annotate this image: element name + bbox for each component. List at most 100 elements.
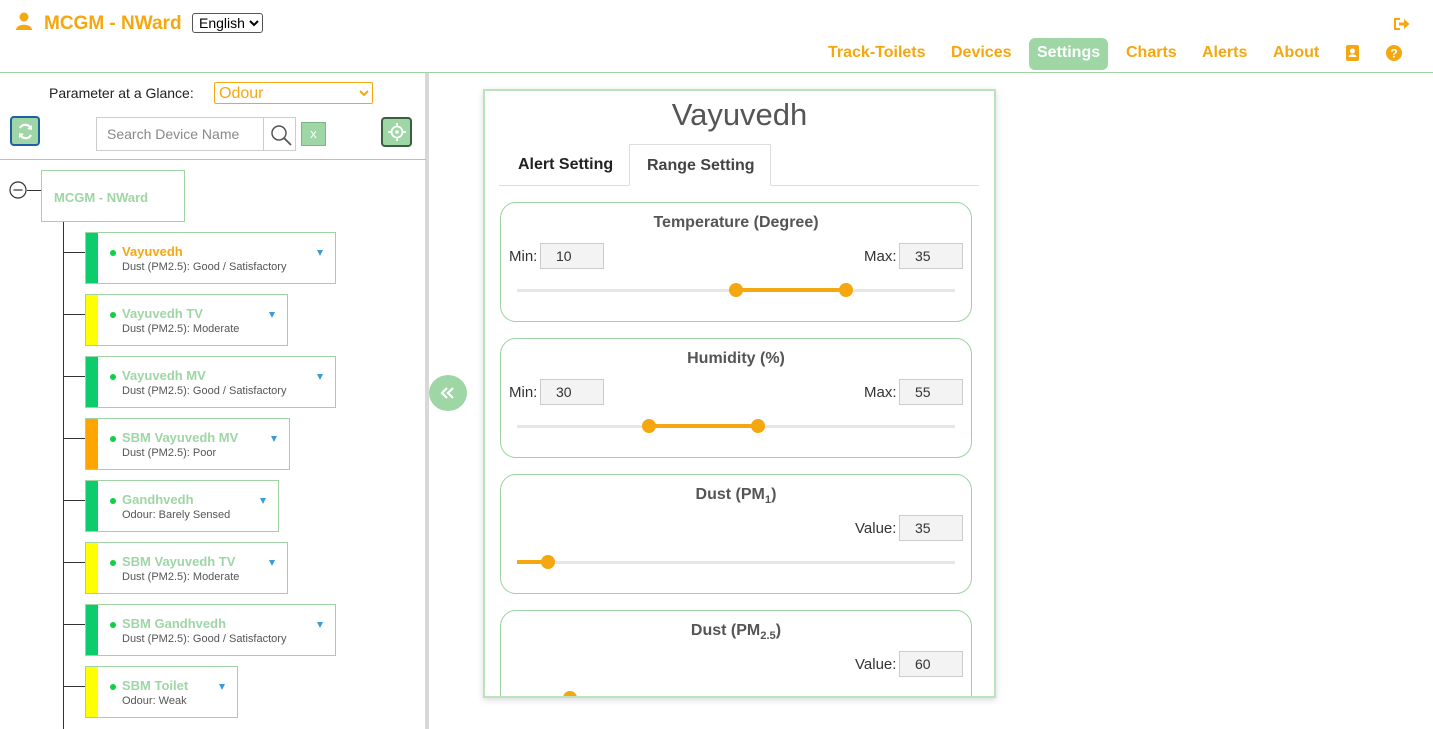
online-dot <box>110 312 116 318</box>
device-node-gandhvedh[interactable]: Gandhvedh Odour: Barely Sensed <box>85 480 279 532</box>
temperature-range-panel: Temperature (Degree) Min: 10 Max: 35 <box>500 202 972 322</box>
refresh-button[interactable] <box>10 116 40 146</box>
panel-divider[interactable] <box>425 73 429 729</box>
device-node-vayuvedh[interactable]: Vayuvedh Dust (PM2.5): Good / Satisfacto… <box>85 232 336 284</box>
device-status-bar <box>86 543 98 593</box>
device-status-bar <box>86 605 98 655</box>
tab-range-setting[interactable]: Range Setting <box>629 144 771 186</box>
caret-down-icon[interactable] <box>271 436 277 442</box>
nav-track-toilets[interactable]: Track-Toilets <box>828 38 926 70</box>
humidity-range-panel: Humidity (%) Min: 30 Max: 55 <box>500 338 972 458</box>
search-separator <box>263 118 264 150</box>
contact-book-icon[interactable] <box>1345 45 1360 61</box>
slider-track[interactable] <box>517 561 955 564</box>
crosshair-icon <box>388 123 406 141</box>
device-status: Odour: Weak <box>122 695 187 707</box>
left-panel-separator <box>0 159 426 160</box>
online-dot <box>110 622 116 628</box>
language-select[interactable]: English <box>192 13 263 33</box>
slider-fill <box>736 288 846 292</box>
max-label: Max: <box>864 384 897 401</box>
search-input[interactable] <box>97 118 263 150</box>
param-title: Dust (PM2.5) <box>690 622 782 643</box>
tree-trunk-line <box>63 222 64 729</box>
max-value-input[interactable]: 35 <box>899 243 963 269</box>
device-name: SBM Vayuvedh MV <box>122 430 239 445</box>
slider-handle[interactable] <box>541 555 555 569</box>
min-value-input[interactable]: 30 <box>540 379 604 405</box>
nav-settings[interactable]: Settings <box>1029 38 1109 70</box>
caret-down-icon[interactable] <box>317 250 323 256</box>
device-name: Vayuvedh <box>122 244 183 259</box>
tree-branch <box>63 438 85 439</box>
device-node-sbm-vayuvedh-tv[interactable]: SBM Vayuvedh TV Dust (PM2.5): Moderate <box>85 542 288 594</box>
device-node-vayuvedh-tv[interactable]: Vayuvedh TV Dust (PM2.5): Moderate <box>85 294 288 346</box>
tree-branch <box>63 686 85 687</box>
online-dot <box>110 436 116 442</box>
slider-max-handle[interactable] <box>751 419 765 433</box>
min-value-input[interactable]: 10 <box>540 243 604 269</box>
caret-down-icon[interactable] <box>317 622 323 628</box>
tree-root-node[interactable]: MCGM - NWard <box>41 170 185 222</box>
device-node-sbm-gandhvedh[interactable]: SBM Gandhvedh Dust (PM2.5): Good / Satis… <box>85 604 336 656</box>
device-node-sbm-toilet[interactable]: SBM Toilet Odour: Weak <box>85 666 238 718</box>
slider-track[interactable] <box>517 697 955 698</box>
device-title: Vayuvedh <box>671 97 808 132</box>
value-label: Value: <box>855 520 897 537</box>
nav-devices[interactable]: Devices <box>951 38 1012 70</box>
max-label: Max: <box>864 248 897 265</box>
max-value-input[interactable]: 55 <box>899 379 963 405</box>
clear-search-button[interactable]: x <box>301 122 326 146</box>
tree-branch <box>63 562 85 563</box>
param-title: Humidity (%) <box>687 350 785 367</box>
tab-alert-setting[interactable]: Alert Setting <box>501 144 628 186</box>
caret-down-icon[interactable] <box>260 498 266 504</box>
value-input[interactable]: 35 <box>899 515 963 541</box>
param-title: Dust (PM1) <box>695 486 777 507</box>
svg-text:?: ? <box>1390 47 1397 61</box>
device-node-vayuvedh-mv[interactable]: Vayuvedh MV Dust (PM2.5): Good / Satisfa… <box>85 356 336 408</box>
online-dot <box>110 250 116 256</box>
slider-handle[interactable] <box>563 691 577 696</box>
param-glance-select[interactable]: Odour <box>214 82 373 104</box>
slider-max-handle[interactable] <box>839 283 853 297</box>
tree-branch <box>63 376 85 377</box>
slider-fill <box>649 424 759 428</box>
device-status: Dust (PM2.5): Moderate <box>122 323 240 335</box>
double-chevron-left-icon <box>440 387 454 399</box>
caret-down-icon[interactable] <box>269 312 275 318</box>
min-label: Min: <box>509 248 538 265</box>
caret-down-icon[interactable] <box>269 560 275 566</box>
nav-about[interactable]: About <box>1273 38 1319 70</box>
device-status: Dust (PM2.5): Moderate <box>122 571 240 583</box>
collapse-panel-button[interactable] <box>429 375 467 411</box>
device-status: Dust (PM2.5): Good / Satisfactory <box>122 385 287 397</box>
device-status: Odour: Barely Sensed <box>122 509 231 521</box>
device-status-bar <box>86 419 98 469</box>
device-name: Vayuvedh MV <box>122 368 206 383</box>
slider-min-handle[interactable] <box>642 419 656 433</box>
device-name: SBM Toilet <box>122 678 189 693</box>
caret-down-icon[interactable] <box>317 374 323 380</box>
locate-button[interactable] <box>381 117 412 147</box>
collapse-node-icon[interactable] <box>9 181 27 199</box>
device-name: Vayuvedh TV <box>122 306 203 321</box>
brand-title: MCGM - NWard <box>44 13 182 34</box>
caret-down-icon[interactable] <box>219 684 225 690</box>
device-name: SBM Gandhvedh <box>122 616 227 631</box>
online-dot <box>110 374 116 380</box>
help-icon[interactable]: ? <box>1386 45 1402 61</box>
slider-min-handle[interactable] <box>729 283 743 297</box>
nav-charts[interactable]: Charts <box>1126 38 1177 70</box>
device-node-sbm-vayuvedh-mv[interactable]: SBM Vayuvedh MV Dust (PM2.5): Poor <box>85 418 290 470</box>
tree-branch <box>63 252 85 253</box>
param-title: Temperature (Degree) <box>653 214 819 231</box>
value-input[interactable]: 60 <box>899 651 963 677</box>
nav-alerts[interactable]: Alerts <box>1202 38 1247 70</box>
device-status: Dust (PM2.5): Good / Satisfactory <box>122 633 287 645</box>
device-status-bar <box>86 667 98 717</box>
logout-icon[interactable] <box>1393 16 1410 32</box>
tree-connector <box>27 190 41 191</box>
tree-branch <box>63 624 85 625</box>
search-icon[interactable] <box>269 123 293 147</box>
